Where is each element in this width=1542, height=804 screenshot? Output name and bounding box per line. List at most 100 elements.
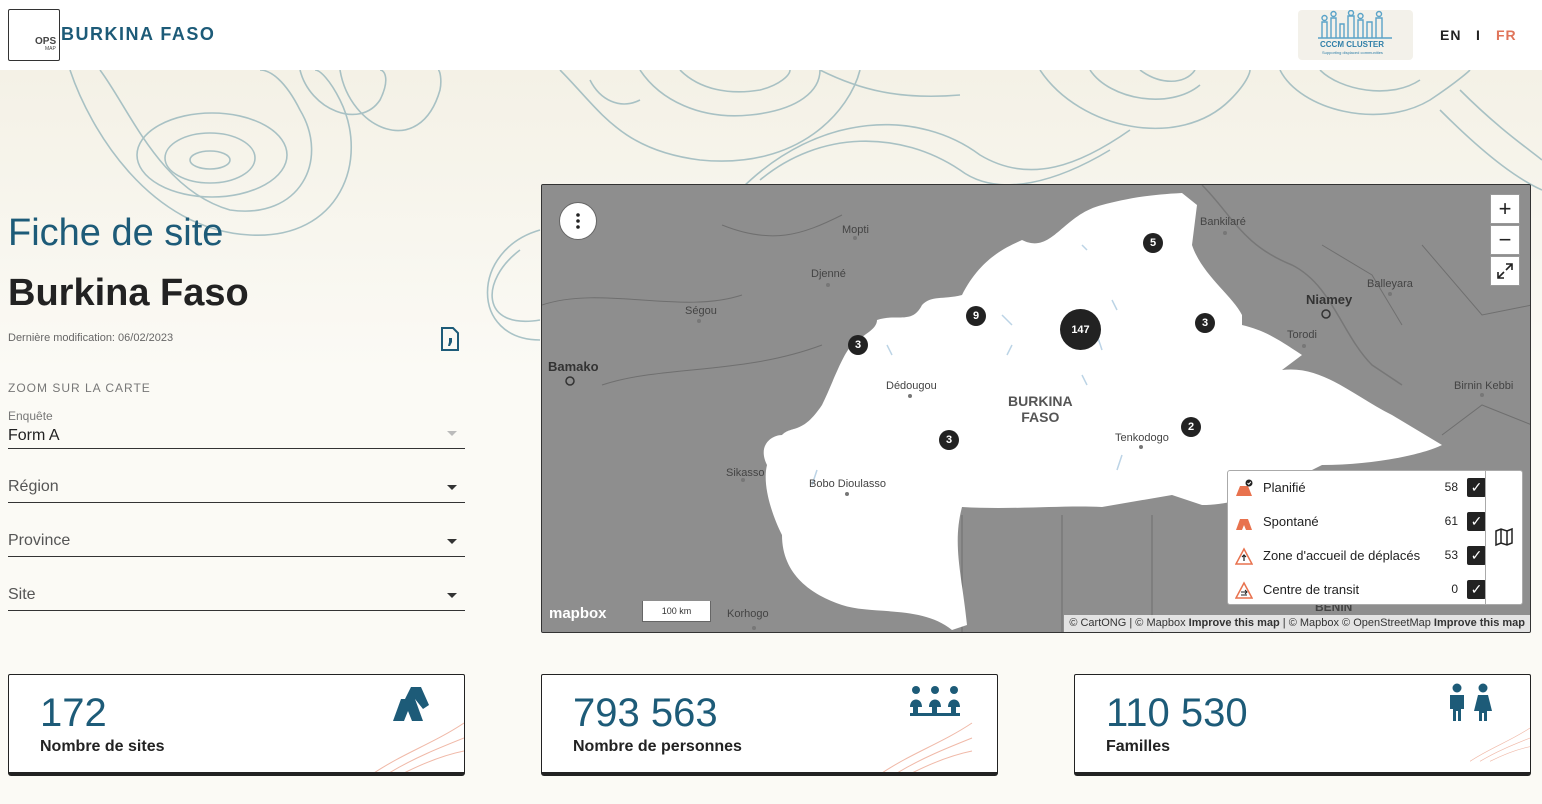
spontaneous-site-icon [1236,519,1252,530]
site-cluster-marker[interactable]: 2 [1181,417,1201,437]
legend-count: 61 [1444,514,1458,528]
sites-count: 172 [40,691,107,735]
improve-map-link[interactable]: Improve this map [1434,617,1525,629]
cccm-people-icon [1318,9,1392,39]
card-shadow [1074,772,1531,776]
card-shadow [8,772,465,776]
cccm-title: CCCM CLUSTER [1320,40,1384,49]
map-attribution: © CartONG | © Mapbox Improve this map | … [1064,615,1530,632]
sites-label: Nombre de sites [40,738,165,755]
legend-row-centre-transit[interactable]: Centre de transit 0 ✓ [1228,573,1486,607]
site-map[interactable]: Mopti Djenné Ségou Bamako Sikasso Korhog… [541,184,1531,633]
legend-checkbox[interactable]: ✓ [1467,580,1486,599]
chevron-down-icon [447,485,457,490]
lang-fr-button[interactable]: FR [1496,27,1517,43]
host-zone-icon [1235,547,1253,565]
enquete-label: Enquête [8,409,53,423]
persons-label: Nombre de personnes [573,738,742,755]
cccm-subtitle: Supporting displaced communities [1322,50,1383,55]
stat-card-sites: 172 Nombre de sites [8,674,465,774]
improve-map-link[interactable]: Improve this map [1189,617,1280,629]
country-title: Burkina Faso [8,272,249,314]
legend-label: Planifié [1263,480,1306,495]
country-map-label-line1: BURKINA [1008,393,1073,409]
decorative-contour-lines [374,722,464,773]
attribution-text: © CartONG | © Mapbox [1069,617,1189,629]
site-cluster-marker[interactable]: 3 [939,430,959,450]
legend-row-planifie[interactable]: Planifié 58 ✓ [1228,471,1486,505]
site-cluster-marker[interactable]: 5 [1143,233,1163,253]
legend-checkbox[interactable]: ✓ [1467,512,1486,531]
legend-label: Centre de transit [1263,582,1360,597]
region-select[interactable]: Région [8,463,465,503]
site-placeholder: Site [8,586,36,603]
legend-row-spontane[interactable]: Spontané 61 ✓ [1228,505,1486,539]
city-label: Korhogo [727,608,769,620]
transit-center-icon [1235,581,1253,599]
city-label: Djenné [811,268,846,280]
city-label: Bamako [548,359,599,374]
map-scale: 100 km [642,601,711,622]
city-label: Mopti [842,224,869,236]
legend-label: Spontané [1263,514,1319,529]
site-select[interactable]: Site [8,571,465,611]
download-factsheet-icon[interactable] [440,327,460,351]
zoom-in-button[interactable]: + [1490,194,1520,224]
enquete-select[interactable]: Enquête Form A [8,409,465,449]
mapbox-logo[interactable]: mapbox [549,605,607,622]
legend-count: 53 [1444,548,1458,562]
logo-map-text: MAP [45,46,56,52]
site-cluster-marker[interactable]: 3 [848,335,868,355]
ops-map-logo[interactable]: OPS MAP [8,9,60,61]
legend-checkbox[interactable]: ✓ [1467,478,1486,497]
country-map-label-line2: FASO [1021,409,1060,425]
city-label: Birnin Kebbi [1454,380,1514,392]
brand-title: BURKINA FASO [61,24,216,44]
site-cluster-marker[interactable]: 147 [1060,309,1101,350]
decorative-contour-lines [1470,727,1530,762]
persons-count: 793 563 [573,691,718,735]
province-placeholder: Province [8,532,71,549]
map-menu-button[interactable] [559,202,597,240]
province-select[interactable]: Province [8,517,465,557]
attribution-text: | © Mapbox © OpenStreetMap [1279,617,1434,629]
map-layers-icon [1495,527,1513,547]
legend-row-zone-accueil[interactable]: Zone d'accueil de déplacés 53 ✓ [1228,539,1486,573]
planned-site-icon [1236,479,1253,496]
city-label: Niamey [1306,292,1353,307]
city-label: Torodi [1287,329,1317,341]
chevron-down-icon [447,431,457,436]
families-label: Familles [1106,738,1171,755]
city-label: Bobo Dioulasso [809,478,887,490]
region-placeholder: Région [8,478,59,495]
last-modified-date: Dernière modification: 06/02/2023 [8,332,174,344]
page-title: Fiche de site [8,212,224,254]
legend-count: 58 [1444,480,1458,494]
expand-icon [1497,263,1513,279]
decorative-contour-lines [881,722,973,773]
enquete-value: Form A [8,427,60,444]
card-shadow [541,772,998,776]
site-type-legend: Planifié 58 ✓ Spontané 61 ✓ Zone d'accue… [1227,470,1523,605]
city-label: Dédougou [886,380,937,392]
chevron-down-icon [447,539,457,544]
stat-card-persons: 793 563 Nombre de personnes [541,674,998,774]
lang-en-button[interactable]: EN [1440,27,1461,43]
basemap-toggle[interactable] [1485,471,1523,604]
city-label: Balleyara [1367,278,1413,290]
country-map-label: BURKINA FASO [1008,393,1073,425]
fullscreen-button[interactable] [1490,256,1520,286]
cccm-cluster-logo[interactable]: CCCM CLUSTER Supporting displaced commun… [1298,9,1413,60]
site-cluster-marker[interactable]: 9 [966,306,986,326]
zoom-section-heading: ZOOM SUR LA CARTE [8,381,151,395]
city-label: Ségou [685,305,717,317]
more-vertical-icon [576,213,580,229]
lang-separator: I [1476,27,1481,43]
site-cluster-marker[interactable]: 3 [1195,313,1215,333]
legend-checkbox[interactable]: ✓ [1467,546,1486,565]
app-header: OPS MAP BURKINA FASO CCCM CLUSTER Suppor… [0,0,1542,70]
city-label: Sikasso [726,467,765,479]
city-label: Tenkodogo [1115,432,1169,444]
zoom-out-button[interactable]: − [1490,225,1520,255]
chevron-down-icon [447,593,457,598]
